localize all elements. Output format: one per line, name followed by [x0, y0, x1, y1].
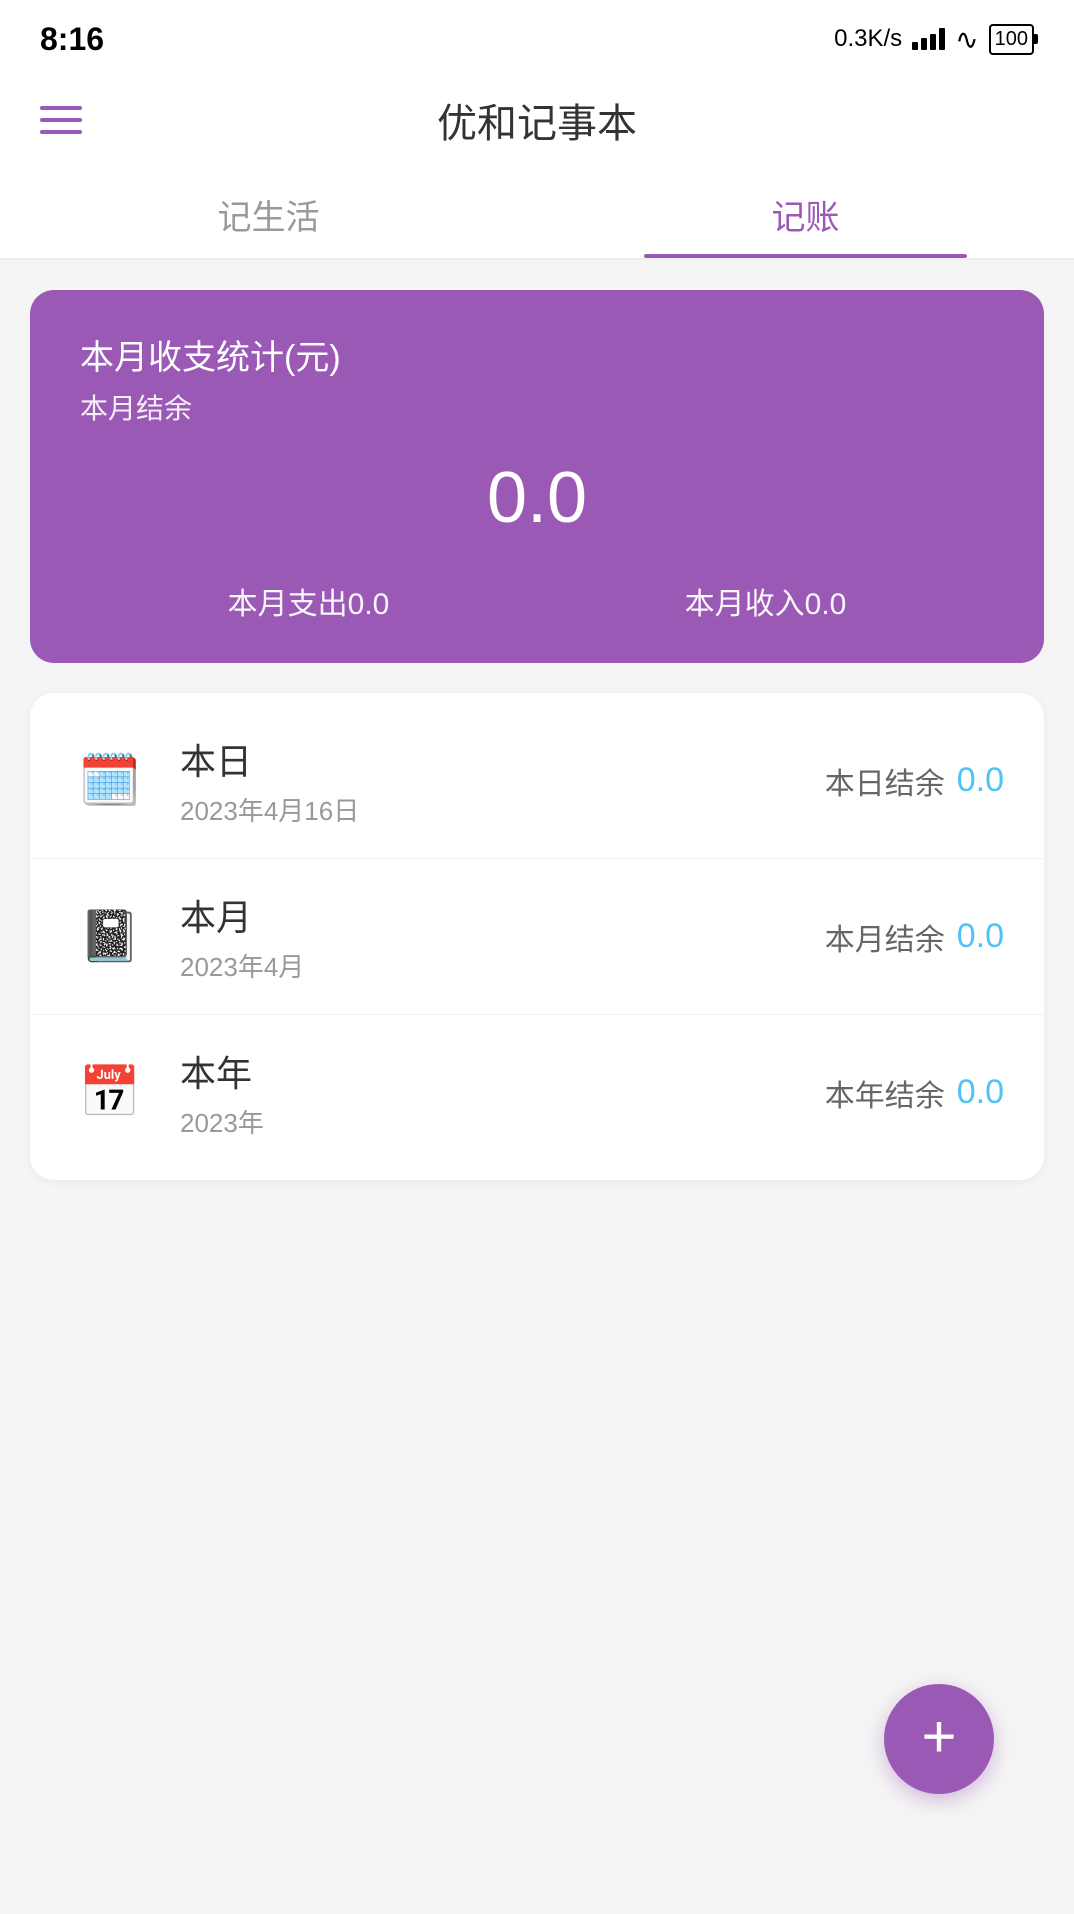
- month-balance-value: 0.0: [957, 917, 1004, 956]
- year-icon: 📅: [70, 1053, 150, 1133]
- signal-bars-icon: [912, 28, 945, 50]
- month-balance: 本月结余 0.0: [825, 915, 1004, 959]
- status-time: 8:16: [40, 21, 104, 58]
- tab-life[interactable]: 记生活: [0, 170, 537, 258]
- today-date: 2023年4月16日: [180, 791, 825, 828]
- today-balance-value: 0.0: [957, 761, 1004, 800]
- tab-accounting[interactable]: 记账: [537, 170, 1074, 258]
- list-card: 🗓️ 本日 2023年4月16日 本日结余 0.0 📓 本月 2023年4月 本…: [30, 693, 1044, 1180]
- today-icon: 🗓️: [70, 741, 150, 821]
- month-icon: 📓: [70, 897, 150, 977]
- status-bar: 8:16 0.3K/s ∿ 100: [0, 0, 1074, 70]
- wifi-icon: ∿: [955, 23, 978, 56]
- stats-card: 本月收支统计(元) 本月结余 0.0 本月支出0.0 本月收入0.0: [30, 290, 1044, 663]
- stats-income: 本月收入0.0: [685, 579, 847, 623]
- today-text: 本日 2023年4月16日: [180, 733, 825, 828]
- battery-icon: 100: [989, 24, 1034, 55]
- app-header: 优和记事本: [0, 70, 1074, 170]
- menu-button[interactable]: [40, 106, 82, 134]
- main-content: 本月收支统计(元) 本月结余 0.0 本月支出0.0 本月收入0.0 🗓️ 本日…: [0, 260, 1074, 1210]
- stats-details: 本月支出0.0 本月收入0.0: [80, 579, 994, 623]
- month-name: 本月: [180, 889, 825, 941]
- app-title: 优和记事本: [437, 91, 637, 149]
- month-date: 2023年4月: [180, 947, 825, 984]
- network-speed: 0.3K/s: [834, 25, 902, 53]
- tab-bar: 记生活 记账: [0, 170, 1074, 260]
- month-text: 本月 2023年4月: [180, 889, 825, 984]
- year-text: 本年 2023年: [180, 1045, 825, 1140]
- stats-card-title: 本月收支统计(元): [80, 330, 994, 379]
- list-item-year[interactable]: 📅 本年 2023年 本年结余 0.0: [30, 1015, 1044, 1170]
- list-item-month[interactable]: 📓 本月 2023年4月 本月结余 0.0: [30, 859, 1044, 1015]
- year-date: 2023年: [180, 1103, 825, 1140]
- stats-expenditure: 本月支出0.0: [228, 579, 390, 623]
- list-item-today[interactable]: 🗓️ 本日 2023年4月16日 本日结余 0.0: [30, 703, 1044, 859]
- today-balance: 本日结余 0.0: [825, 759, 1004, 803]
- year-name: 本年: [180, 1045, 825, 1097]
- year-balance: 本年结余 0.0: [825, 1071, 1004, 1115]
- stats-balance: 0.0: [80, 457, 994, 539]
- add-button[interactable]: +: [884, 1684, 994, 1794]
- status-icons: 0.3K/s ∿ 100: [834, 23, 1034, 56]
- today-name: 本日: [180, 733, 825, 785]
- stats-card-subtitle: 本月结余: [80, 387, 994, 427]
- year-balance-value: 0.0: [957, 1073, 1004, 1112]
- plus-icon: +: [921, 1707, 956, 1767]
